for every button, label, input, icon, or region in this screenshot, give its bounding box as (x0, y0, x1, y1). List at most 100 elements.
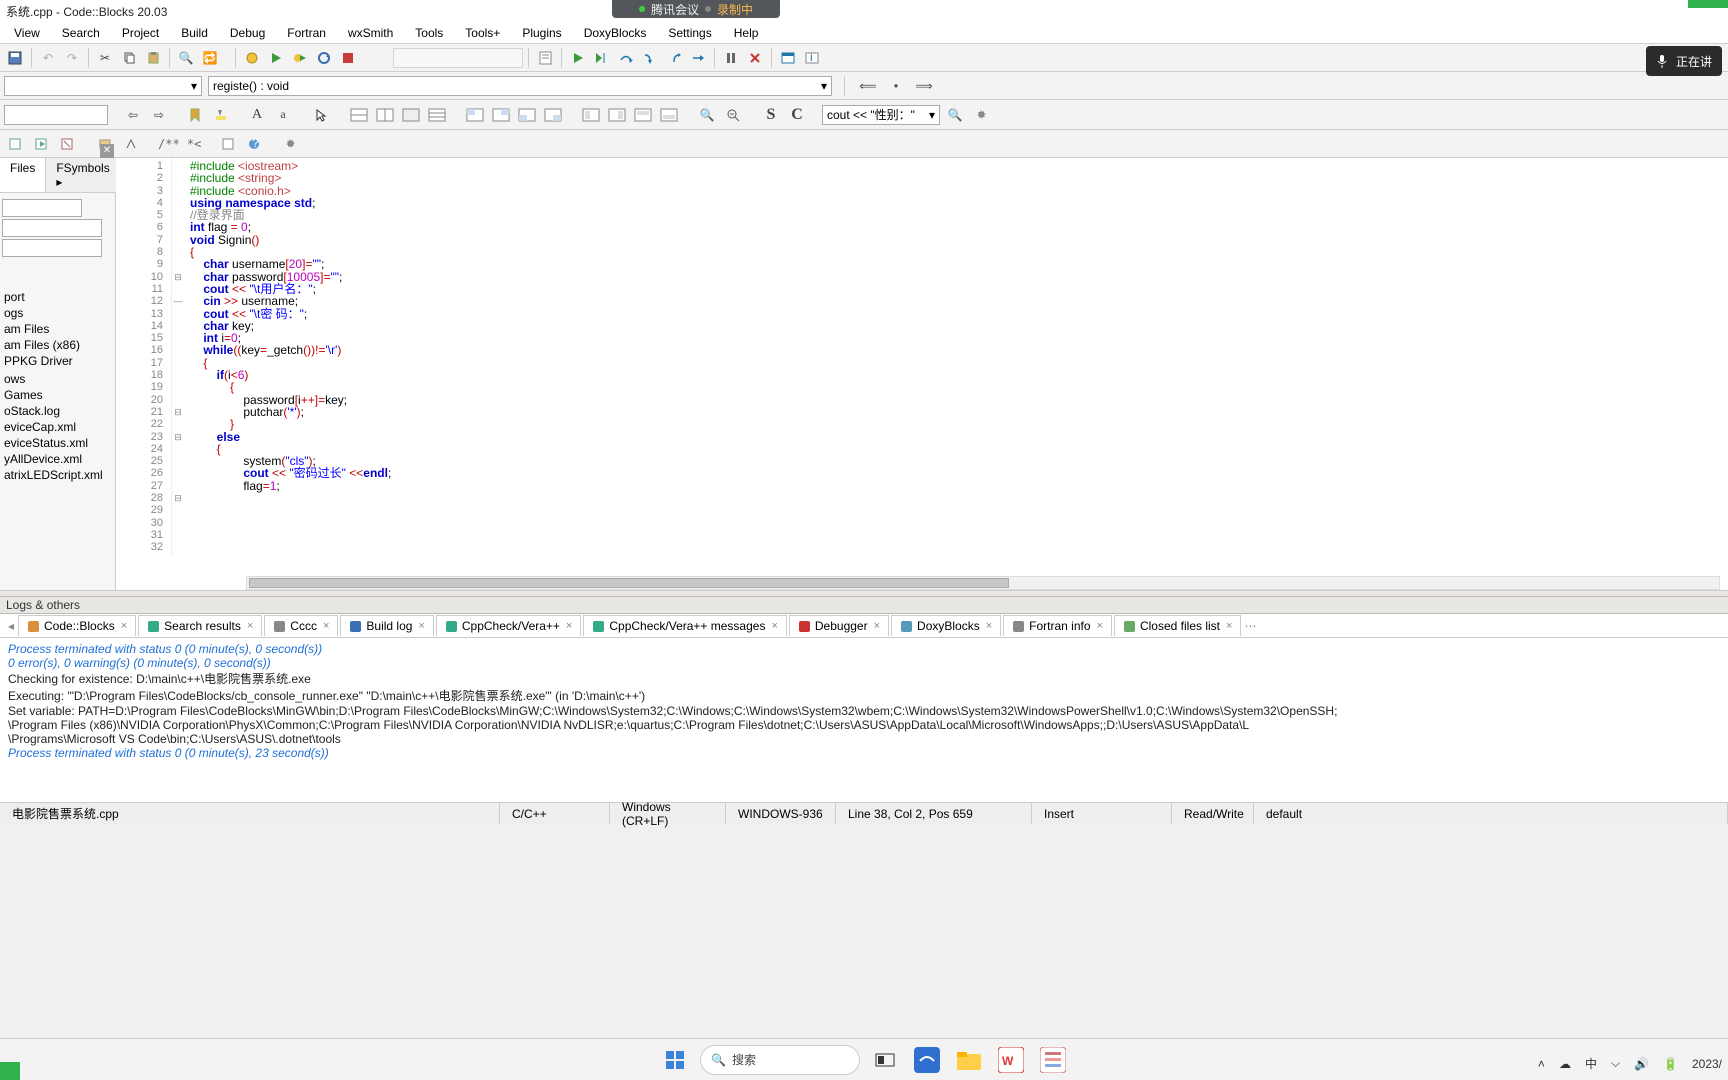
build-button[interactable] (241, 47, 263, 69)
tray-volume-icon[interactable]: 🔊 (1634, 1057, 1649, 1071)
redo-button[interactable]: ↷ (61, 47, 83, 69)
tab-close-icon[interactable]: × (418, 620, 424, 632)
run-to-cursor-button[interactable] (591, 47, 613, 69)
speaking-indicator[interactable]: 正在讲 (1646, 46, 1722, 76)
source-s-button[interactable]: S (760, 104, 782, 126)
dox1-button[interactable] (4, 133, 26, 155)
menu-wxsmith[interactable]: wxSmith (338, 24, 403, 42)
prev-button[interactable]: ⇦ (122, 104, 144, 126)
loop2-button[interactable] (606, 104, 628, 126)
menu-tools+[interactable]: Tools+ (455, 24, 510, 42)
zoom-in-button[interactable]: 🔍 (696, 104, 718, 126)
tab-close-icon[interactable]: × (1097, 620, 1103, 632)
cond1-button[interactable] (464, 104, 486, 126)
system-tray[interactable]: ˄ ☁ 中 ⌵ 🔊 🔋 2023/ (1538, 1055, 1722, 1072)
tray-ime[interactable]: 中 (1585, 1055, 1597, 1072)
log-tab-2[interactable]: Cccc× (264, 615, 338, 636)
abort-button[interactable] (337, 47, 359, 69)
cut-button[interactable]: ✂ (94, 47, 116, 69)
zoom-out-button[interactable] (722, 104, 744, 126)
search-go-button[interactable]: 🔍 (944, 104, 966, 126)
log-tab-8[interactable]: Fortran info× (1003, 615, 1112, 636)
step-out-button[interactable] (663, 47, 685, 69)
log-tab-3[interactable]: Build log× (340, 615, 433, 636)
tree-combo-2[interactable] (2, 219, 102, 237)
log-tab-9[interactable]: Closed files list× (1114, 615, 1241, 636)
app-list-button[interactable] (1036, 1043, 1070, 1077)
dox6-button[interactable] (217, 133, 239, 155)
windows-taskbar[interactable]: 🔍搜索 W (0, 1038, 1728, 1080)
log-tab-6[interactable]: Debugger× (789, 615, 889, 636)
tray-onedrive-icon[interactable]: ☁ (1559, 1057, 1571, 1071)
jump-fwd-button[interactable]: ⟹ (913, 75, 935, 97)
copy-button[interactable] (118, 47, 140, 69)
info-button[interactable]: i (801, 47, 823, 69)
cursor-icon[interactable] (310, 104, 332, 126)
save-button[interactable] (4, 47, 26, 69)
menu-plugins[interactable]: Plugins (512, 24, 571, 42)
debug-pause-button[interactable] (720, 47, 742, 69)
rebuild-button[interactable] (313, 47, 335, 69)
tree-item[interactable]: oStack.log (2, 403, 113, 419)
dox-settings-button[interactable] (279, 133, 301, 155)
file-tree[interactable]: portogsam Filesam Files (x86)PPKG Driver… (0, 193, 115, 590)
debug-stop-button[interactable] (744, 47, 766, 69)
build-log-panel[interactable]: Process terminated with status 0 (0 minu… (0, 638, 1728, 802)
menu-build[interactable]: Build (171, 24, 218, 42)
case-toggle-button[interactable]: A (246, 104, 268, 126)
tree-item[interactable]: yAllDevice.xml (2, 451, 113, 467)
tabs-prev-button[interactable]: ◂ (4, 619, 18, 633)
close-panel-icon[interactable]: ✕ (100, 144, 114, 158)
fold-gutter[interactable]: ⊟—⊟⊟⊟ (172, 158, 184, 556)
replace-button[interactable]: 🔁 (199, 47, 221, 69)
tab-close-icon[interactable]: × (247, 620, 253, 632)
debug-windows-button[interactable] (777, 47, 799, 69)
cond4-button[interactable] (542, 104, 564, 126)
scrollbar-thumb[interactable] (249, 578, 1009, 588)
tab-close-icon[interactable]: × (323, 620, 329, 632)
next-instr-button[interactable] (687, 47, 709, 69)
run-button[interactable] (265, 47, 287, 69)
tree-item[interactable]: port (2, 289, 113, 305)
step-over-button[interactable] (615, 47, 637, 69)
menu-debug[interactable]: Debug (220, 24, 275, 42)
tree-item[interactable]: atrixLEDScript.xml (2, 467, 113, 483)
menu-fortran[interactable]: Fortran (277, 24, 336, 42)
debug-run-button[interactable] (567, 47, 589, 69)
scope-combo-right[interactable]: registe() : void▾ (208, 76, 832, 96)
settings-button[interactable] (970, 104, 992, 126)
regex-toggle-button[interactable]: a (272, 104, 294, 126)
source-code[interactable]: #include <iostream>#include <string>#inc… (184, 158, 391, 556)
app-meet-button[interactable] (910, 1043, 944, 1077)
wps-button[interactable]: W (994, 1043, 1028, 1077)
tree-item[interactable]: eviceStatus.xml (2, 435, 113, 451)
tab-close-icon[interactable]: × (121, 620, 127, 632)
tree-item[interactable]: am Files (2, 321, 113, 337)
tree-item[interactable]: ows (2, 371, 113, 387)
dox2-button[interactable] (30, 133, 52, 155)
menu-project[interactable]: Project (112, 24, 169, 42)
loop1-button[interactable] (580, 104, 602, 126)
dox5-button[interactable] (120, 133, 142, 155)
tray-battery-icon[interactable]: 🔋 (1663, 1057, 1678, 1071)
tree-item[interactable]: eviceCap.xml (2, 419, 113, 435)
explorer-button[interactable] (952, 1043, 986, 1077)
step-into-button[interactable] (639, 47, 661, 69)
tray-date[interactable]: 2023/ (1692, 1057, 1722, 1071)
jump-pause-button[interactable]: • (885, 75, 907, 97)
build-run-button[interactable] (289, 47, 311, 69)
tree-item[interactable]: am Files (x86) (2, 337, 113, 353)
highlight-button[interactable] (210, 104, 232, 126)
cond3-button[interactable] (516, 104, 538, 126)
paste-button[interactable] (142, 47, 164, 69)
menu-tools[interactable]: Tools (405, 24, 453, 42)
quick-find-combo[interactable] (4, 105, 108, 125)
find-button[interactable]: 🔍 (175, 47, 197, 69)
jump-back-button[interactable]: ⟸ (857, 75, 879, 97)
show-notes-button[interactable] (534, 47, 556, 69)
menu-settings[interactable]: Settings (658, 24, 721, 42)
tree-item[interactable]: Games (2, 387, 113, 403)
build-target-combo[interactable] (393, 48, 523, 68)
block2-button[interactable] (374, 104, 396, 126)
undo-button[interactable]: ↶ (37, 47, 59, 69)
